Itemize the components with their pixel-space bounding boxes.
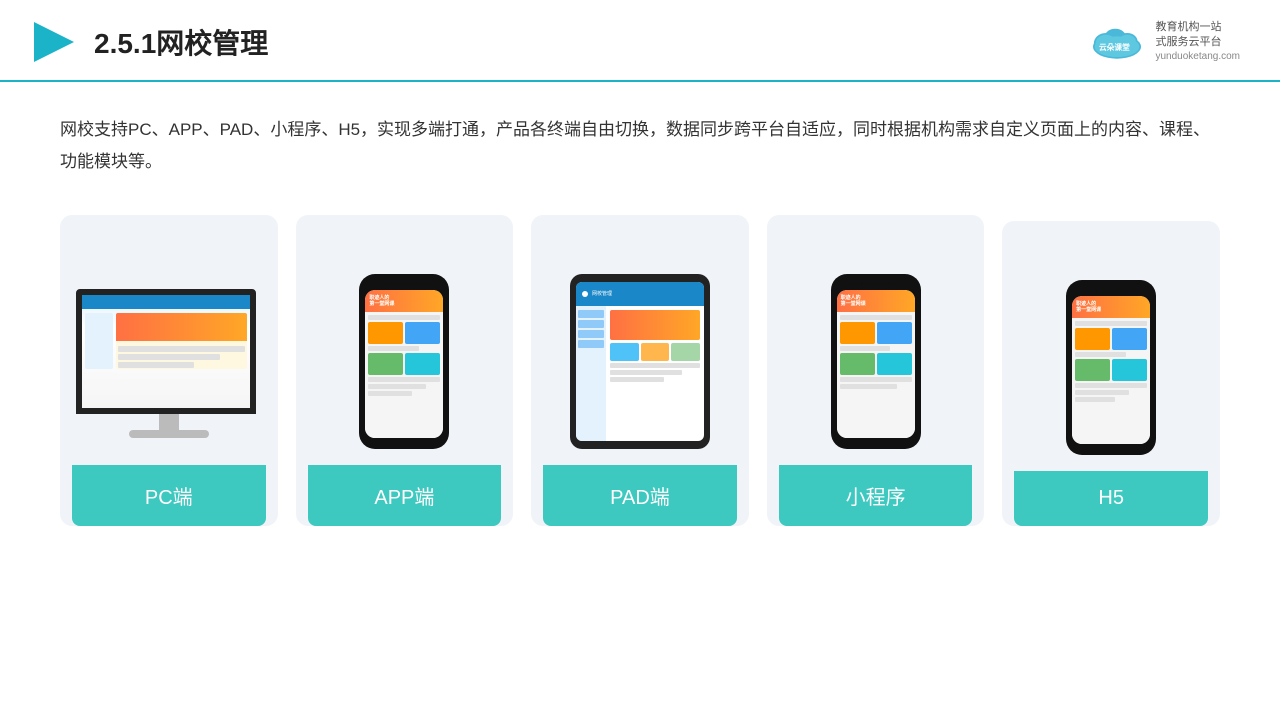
monitor-screen (76, 289, 256, 414)
card-pad: 网校管理 (531, 215, 749, 526)
card-pc: PC端 (60, 215, 278, 526)
h5-image-area: 职迹人的第一堂网课 (1014, 245, 1208, 455)
miniapp-phone-mock: 职迹人的第一堂网课 (831, 274, 921, 449)
app-phone-mock: 职迹人的第一堂网课 (359, 274, 449, 449)
play-icon (30, 18, 78, 66)
tablet-mock: 网校管理 (570, 274, 710, 449)
card-h5: 职迹人的第一堂网课 (1002, 221, 1220, 526)
cards-row: PC端 职迹人的第一堂网课 (60, 215, 1220, 526)
h5-phone-mock: 职迹人的第一堂网课 (1066, 280, 1156, 455)
pc-monitor (76, 289, 261, 449)
card-h5-label: H5 (1014, 471, 1208, 526)
pad-image-area: 网校管理 (543, 239, 737, 449)
card-pad-label: PAD端 (543, 465, 737, 526)
card-miniapp: 职迹人的第一堂网课 (767, 215, 985, 526)
logo-text: 教育机构一站 式服务云平台 yunduoketang.com (1155, 20, 1240, 65)
card-miniapp-label: 小程序 (779, 465, 973, 526)
logo-area: 云朵课堂 教育机构一站 式服务云平台 yunduoketang.com (1087, 20, 1240, 65)
card-app: 职迹人的第一堂网课 (296, 215, 514, 526)
miniapp-image-area: 职迹人的第一堂网课 (779, 239, 973, 449)
page-title: 2.5.1网校管理 (94, 22, 268, 62)
page-header: 2.5.1网校管理 云朵课堂 教育机构一站 式服务云平台 yunduoketan… (0, 0, 1280, 82)
card-pc-label: PC端 (72, 465, 266, 526)
header-left: 2.5.1网校管理 (30, 18, 268, 66)
logo-cloud-icon: 云朵课堂 (1087, 22, 1147, 62)
svg-text:云朵课堂: 云朵课堂 (1099, 42, 1130, 52)
description-text: 网校支持PC、APP、PAD、小程序、H5，实现多端打通，产品各终端自由切换，数… (60, 114, 1220, 179)
app-image-area: 职迹人的第一堂网课 (308, 239, 502, 449)
card-app-label: APP端 (308, 465, 502, 526)
pc-image-area (72, 239, 266, 449)
main-content: 网校支持PC、APP、PAD、小程序、H5，实现多端打通，产品各终端自由切换，数… (0, 82, 1280, 526)
